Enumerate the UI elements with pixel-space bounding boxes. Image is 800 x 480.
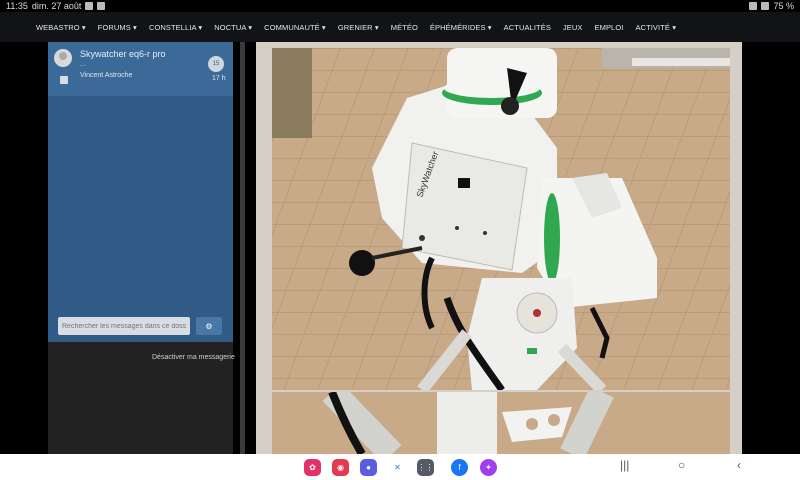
conversation-item[interactable]: Skywatcher eq6-r pro ... Vincent Astroch…	[48, 42, 233, 96]
nav-emploi[interactable]: EMPLOI	[595, 23, 624, 32]
search-input[interactable]	[58, 317, 190, 335]
nav-activite[interactable]: ACTIVITÉ ▾	[635, 23, 676, 32]
camera-app-icon[interactable]: ◉	[332, 459, 349, 476]
nav-noctua[interactable]: NOCTUA ▾	[214, 23, 252, 32]
nav-ephemerides[interactable]: ÉPHÉMÉRIDES ▾	[430, 23, 492, 32]
telescope-tripod-photo	[272, 392, 730, 454]
user-icon	[54, 49, 72, 67]
nav-communaute[interactable]: COMMUNAUTÉ ▾	[264, 23, 326, 32]
select-checkbox[interactable]	[60, 76, 68, 84]
nav-jeux[interactable]: JEUX	[563, 23, 583, 32]
notification-icon-2	[97, 2, 106, 10]
gear-icon[interactable]: ⚙	[196, 317, 222, 335]
nav-meteo[interactable]: MÉTÉO	[391, 23, 418, 32]
notification-icon	[85, 2, 94, 10]
conversation-time: 17 h	[212, 75, 226, 82]
scroll-divider	[240, 42, 245, 454]
messages-panel: Skywatcher eq6-r pro ... Vincent Astroch…	[48, 42, 235, 454]
link-app-icon[interactable]: ✕	[389, 459, 406, 476]
wifi-icon	[749, 2, 758, 10]
conversation-author: Vincent Astroche	[80, 72, 133, 79]
message-count-badge: 15	[208, 56, 224, 72]
conversation-snippet: ...	[80, 61, 86, 68]
nav-grenier[interactable]: GRENIER ▾	[338, 23, 379, 32]
flower-app-icon[interactable]: ✿	[304, 459, 321, 476]
nav-webastro[interactable]: WEBASTRO ▾	[36, 23, 86, 32]
status-time: 11:35	[6, 1, 28, 11]
status-date: dim. 27 août	[31, 1, 82, 11]
nav-constellia[interactable]: CONSTELLIA ▾	[149, 23, 202, 32]
conversation-list: Skywatcher eq6-r pro ... Vincent Astroch…	[48, 42, 233, 342]
telescope-mount-photo: SkyWatcher	[272, 48, 730, 390]
nav-actualites[interactable]: ACTUALITÉS	[504, 23, 551, 32]
messenger-app-icon[interactable]: ✦	[480, 459, 497, 476]
status-bar: 11:35 dim. 27 août 75 %	[0, 0, 800, 12]
conversation-title: Skywatcher eq6-r pro	[80, 49, 166, 59]
disable-messaging-link[interactable]: Désactiver ma messagerie	[152, 354, 235, 361]
grid-app-icon[interactable]: ⋮⋮	[417, 459, 434, 476]
site-navbar: WEBASTRO ▾ FORUMS ▾ CONSTELLIA ▾ NOCTUA …	[0, 12, 800, 42]
home-icon[interactable]: ○	[678, 458, 685, 472]
back-icon[interactable]: ‹	[737, 458, 741, 472]
messages-app-icon[interactable]: ●	[360, 459, 377, 476]
signal-icon	[761, 2, 770, 10]
battery-level: 75 %	[773, 1, 794, 11]
facebook-app-icon[interactable]: f	[451, 459, 468, 476]
nav-forums[interactable]: FORUMS ▾	[98, 23, 137, 32]
recent-apps-icon[interactable]: |||	[620, 458, 629, 472]
